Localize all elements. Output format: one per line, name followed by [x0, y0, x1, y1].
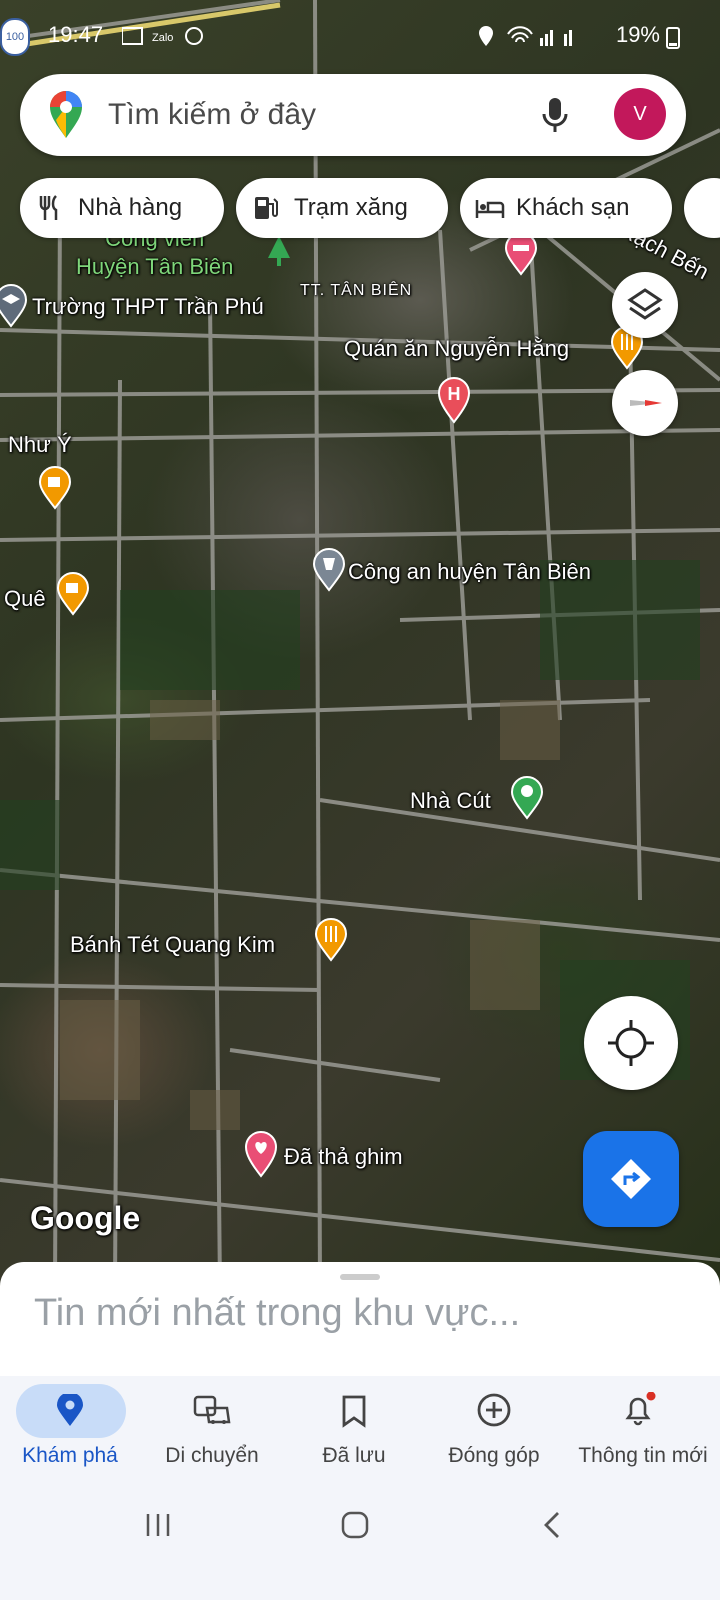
chip-gas-stations[interactable]: Trạm xăng: [236, 178, 448, 238]
restaurant-icon: [39, 195, 58, 220]
school-pin-icon[interactable]: [0, 284, 28, 328]
chip-restaurants[interactable]: Nhà hàng: [20, 178, 224, 238]
google-logo: Google: [30, 1200, 141, 1236]
recent-apps-icon[interactable]: [144, 1512, 172, 1538]
notification-icons: Zalo: [122, 27, 203, 45]
hospital-pin-icon[interactable]: H: [437, 376, 471, 424]
home-icon[interactable]: [340, 1510, 370, 1540]
banh-tet-label[interactable]: Bánh Tét Quang Kim: [70, 932, 275, 958]
bell-icon: [625, 1392, 656, 1426]
commute-icon: [193, 1395, 231, 1424]
hotel-pin-icon[interactable]: [504, 232, 538, 276]
gas-station-icon: [255, 197, 278, 219]
layers-icon: [627, 288, 663, 320]
tab-saved[interactable]: Đã lưu: [284, 1376, 424, 1500]
battery-text: 19%: [615, 22, 660, 47]
dropped-pin-icon[interactable]: [244, 1130, 278, 1178]
police-pin-icon[interactable]: [312, 548, 346, 592]
search-bar[interactable]: Tìm kiếm ở đây V: [20, 74, 686, 156]
tab-explore[interactable]: Khám phá: [0, 1376, 140, 1500]
avatar[interactable]: V: [614, 88, 666, 140]
que-label[interactable]: Quê: [4, 586, 46, 612]
google-maps-logo-icon: [50, 91, 82, 138]
hotel-icon: [475, 200, 505, 218]
svg-text:H: H: [448, 384, 461, 404]
tab-label: Thông tin mới: [578, 1444, 708, 1467]
bottom-navigation: Khám phá Di chuyển Đã lưu Đóng góp Thông…: [0, 1376, 720, 1500]
svg-text:Zalo: Zalo: [152, 32, 173, 44]
police-label[interactable]: Công an huyện Tân Biên: [348, 559, 591, 585]
status-bar: 19:47 Zalo 19%: [0, 0, 720, 70]
tab-commute[interactable]: Di chuyển: [142, 1376, 282, 1500]
back-icon[interactable]: [540, 1510, 564, 1540]
directions-button[interactable]: [583, 1131, 679, 1227]
bookmark-icon: [342, 1395, 366, 1428]
school-label[interactable]: Trường THPT Trần Phú: [32, 294, 264, 320]
tab-label: Đã lưu: [322, 1444, 386, 1467]
nha-cut-label[interactable]: Nhà Cút: [410, 788, 491, 814]
explore-pin-icon: [57, 1394, 83, 1426]
restaurant-pin-icon[interactable]: [314, 918, 348, 962]
compass-icon: [630, 400, 662, 406]
nature-pin-icon[interactable]: [510, 776, 544, 820]
layers-button[interactable]: [612, 272, 678, 338]
chip-label: Nhà hàng: [78, 194, 183, 221]
compass-button[interactable]: [612, 370, 678, 436]
restaurant-label[interactable]: Quán ăn Nguyễn Hằng: [344, 336, 569, 362]
town-label: TT. TÂN BIÊN: [300, 282, 413, 299]
cafe-pin-icon[interactable]: [56, 572, 90, 616]
dropped-pin-label[interactable]: Đã thả ghim: [284, 1144, 403, 1170]
news-title[interactable]: Tin mới nhất trong khu vực...: [34, 1292, 520, 1335]
battery-icon: [666, 27, 680, 49]
crosshair-icon: [608, 1020, 654, 1066]
status-icons: [479, 26, 572, 46]
search-input[interactable]: Tìm kiếm ở đây: [108, 98, 316, 132]
drag-handle[interactable]: [340, 1274, 380, 1280]
tab-label: Di chuyển: [165, 1444, 259, 1467]
tab-label: Đóng góp: [448, 1444, 540, 1467]
system-navigation-bar: [0, 1500, 720, 1600]
status-time: 19:47: [48, 22, 104, 47]
nhu-y-label[interactable]: Như Ý: [8, 432, 72, 458]
bottom-sheet[interactable]: Tin mới nhất trong khu vực...: [0, 1262, 720, 1382]
cafe-pin-icon[interactable]: [38, 466, 72, 510]
tab-label: Khám phá: [22, 1444, 118, 1467]
chip-hotels[interactable]: Khách sạn: [460, 178, 672, 238]
chip-label: Trạm xăng: [294, 194, 408, 221]
tab-contribute[interactable]: Đóng góp: [424, 1376, 564, 1500]
park-pin-icon[interactable]: [262, 232, 296, 272]
my-location-button[interactable]: [584, 996, 678, 1090]
directions-icon: [611, 1159, 651, 1199]
chip-label: Khách sạn: [516, 194, 630, 221]
microphone-icon[interactable]: [540, 96, 570, 134]
tab-updates[interactable]: Thông tin mới: [566, 1376, 720, 1500]
add-circle-icon: [477, 1393, 511, 1427]
